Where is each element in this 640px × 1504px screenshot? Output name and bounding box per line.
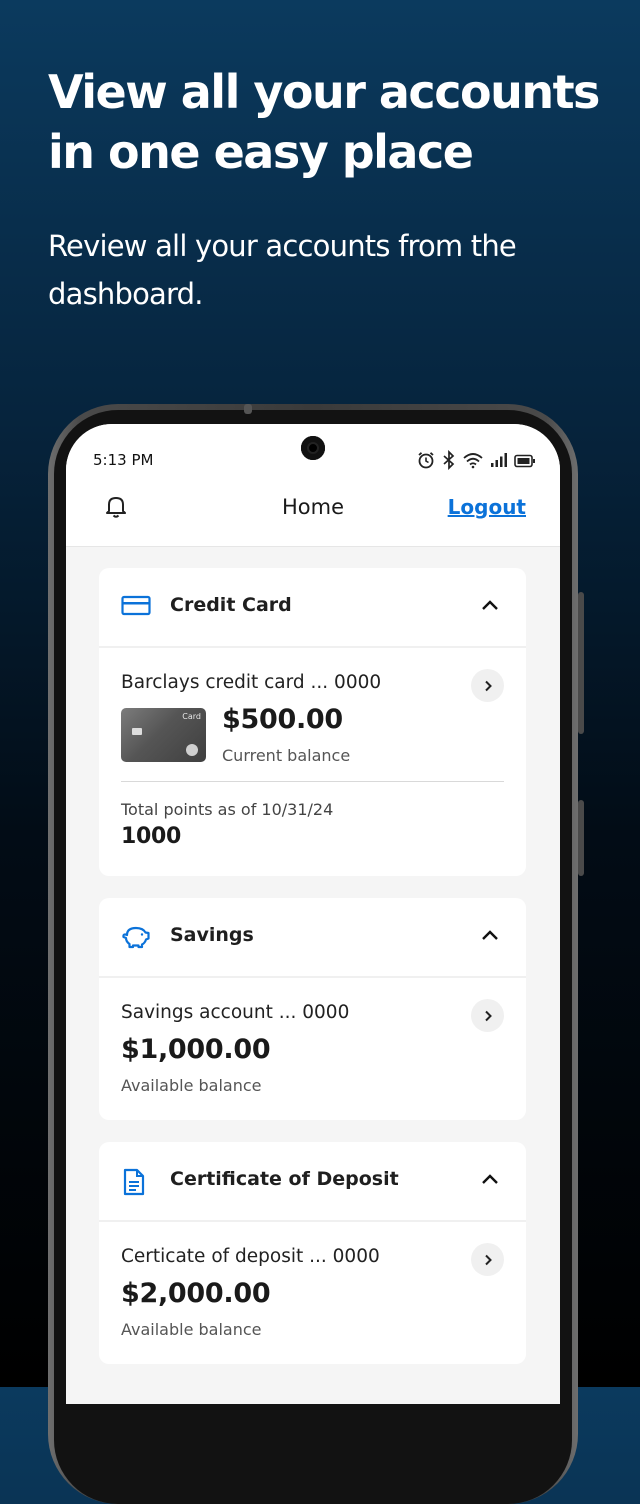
savings-account-name[interactable]: Savings account ... 0000 — [121, 1002, 349, 1023]
card-image-label: Card — [182, 712, 201, 721]
front-camera — [301, 436, 325, 460]
app-bar: Home Logout — [66, 484, 560, 547]
chevron-right-icon — [484, 1254, 492, 1265]
credit-card-balance: $500.00 — [222, 704, 343, 735]
wifi-icon — [462, 451, 484, 473]
chevron-up-icon[interactable] — [480, 596, 500, 620]
points-value: 1000 — [121, 824, 182, 849]
card-divider — [121, 781, 504, 782]
alarm-icon — [416, 450, 436, 474]
phone-screen: 5:13 PM Home Logout Credit Card Barclays… — [66, 424, 560, 1404]
savings-section: Savings Savings account ... 0000 $1,000.… — [99, 898, 526, 1120]
savings-section-header[interactable]: Savings — [99, 898, 526, 978]
status-time: 5:13 PM — [93, 451, 154, 469]
phone-volume-button — [578, 592, 584, 734]
chevron-right-icon — [484, 680, 492, 691]
battery-icon — [514, 453, 536, 472]
savings-balance-label: Available balance — [121, 1076, 262, 1095]
phone-top-notch — [244, 404, 252, 414]
cd-balance: $2,000.00 — [121, 1278, 271, 1309]
points-label: Total points as of 10/31/24 — [121, 800, 334, 819]
bluetooth-icon — [442, 449, 456, 474]
promo-headline: View all your accounts in one easy place — [48, 65, 600, 179]
card-network-logo — [186, 744, 198, 756]
certificate-of-deposit-section-header[interactable]: Certificate of Deposit — [99, 1142, 526, 1222]
credit-card-account-name[interactable]: Barclays credit card ... 0000 — [121, 672, 381, 693]
savings-section-title: Savings — [170, 924, 254, 946]
credit-card-section-title: Credit Card — [170, 594, 292, 616]
status-icons — [416, 449, 536, 474]
piggy-bank-icon — [121, 924, 151, 954]
card-chip — [132, 728, 142, 735]
certificate-of-deposit-section-title: Certificate of Deposit — [170, 1168, 399, 1190]
cd-details-button[interactable] — [471, 1243, 504, 1276]
cd-balance-label: Available balance — [121, 1320, 262, 1339]
document-icon — [121, 1168, 147, 1200]
credit-card-section: Credit Card Barclays credit card ... 000… — [99, 568, 526, 876]
phone-power-button — [578, 800, 584, 876]
logout-link[interactable]: Logout — [448, 495, 526, 519]
credit-card-icon — [121, 594, 151, 622]
credit-card-balance-label: Current balance — [222, 746, 351, 765]
chevron-up-icon[interactable] — [480, 1170, 500, 1194]
certificate-of-deposit-section: Certificate of Deposit Certicate of depo… — [99, 1142, 526, 1364]
chevron-up-icon[interactable] — [480, 926, 500, 950]
chevron-right-icon — [484, 1010, 492, 1021]
savings-balance: $1,000.00 — [121, 1034, 271, 1065]
credit-card-section-header[interactable]: Credit Card — [99, 568, 526, 648]
signal-icon — [490, 452, 508, 472]
promo-subline: Review all your accounts from the dashbo… — [48, 229, 517, 311]
credit-card-details-button[interactable] — [471, 669, 504, 702]
credit-card-image: Card — [121, 708, 206, 762]
cd-account-name[interactable]: Certicate of deposit ... 0000 — [121, 1246, 380, 1267]
savings-details-button[interactable] — [471, 999, 504, 1032]
